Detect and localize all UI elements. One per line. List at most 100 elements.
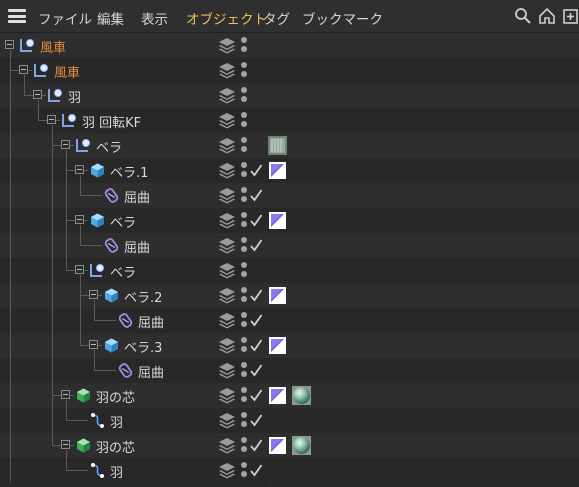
enabled-check-icon[interactable] [249, 462, 263, 478]
material-ball[interactable] [292, 386, 311, 405]
object-name[interactable]: 風車 [54, 62, 80, 81]
collapse-toggle-icon[interactable] [33, 90, 42, 99]
menu-view[interactable]: 表示 [141, 8, 168, 28]
layer-icon[interactable] [218, 362, 236, 379]
menu-edit[interactable]: 編集 [97, 8, 124, 28]
enabled-check-icon[interactable] [249, 412, 263, 428]
menu-object[interactable]: オブジェクト [186, 8, 267, 28]
collapse-toggle-icon[interactable] [61, 440, 70, 449]
home-icon[interactable] [538, 7, 556, 25]
collapse-toggle-icon[interactable] [5, 40, 14, 49]
tree-row[interactable]: 羽の芯 [0, 433, 579, 458]
object-name[interactable]: ベラ [110, 212, 136, 231]
collapse-toggle-icon[interactable] [89, 340, 98, 349]
object-name[interactable]: 羽 回転KF [82, 112, 141, 131]
object-name[interactable]: ベラ.2 [124, 287, 162, 306]
visibility-dots-icon[interactable] [240, 237, 248, 254]
object-name[interactable]: ベラ [96, 137, 122, 156]
layer-icon[interactable] [218, 212, 236, 229]
phong-tag-icon[interactable] [268, 161, 287, 180]
visibility-dots-icon[interactable] [240, 462, 248, 479]
visibility-dots-icon[interactable] [240, 212, 248, 229]
enabled-check-icon[interactable] [249, 312, 263, 328]
tree-row[interactable]: 屈曲 [0, 233, 579, 258]
visibility-dots-icon[interactable] [240, 437, 248, 454]
tree-row[interactable]: 羽の芯 [0, 383, 579, 408]
phong-tag-icon[interactable] [268, 211, 287, 230]
collapse-toggle-icon[interactable] [19, 65, 28, 74]
layer-icon[interactable] [218, 262, 236, 279]
layer-icon[interactable] [218, 437, 236, 454]
layer-icon[interactable] [218, 287, 236, 304]
material-ball[interactable] [292, 436, 311, 455]
object-name[interactable]: 屈曲 [124, 237, 150, 256]
object-name[interactable]: 羽の芯 [96, 437, 135, 456]
visibility-dots-icon[interactable] [240, 387, 248, 404]
tree-row[interactable]: ベラ.3 [0, 333, 579, 358]
menu-tag[interactable]: タグ [263, 8, 290, 28]
object-name[interactable]: 風車 [40, 37, 66, 56]
visibility-dots-icon[interactable] [240, 162, 248, 179]
phong-tag-icon[interactable] [268, 336, 287, 355]
layer-icon[interactable] [218, 387, 236, 404]
layer-icon[interactable] [218, 337, 236, 354]
collapse-toggle-icon[interactable] [47, 115, 56, 124]
visibility-dots-icon[interactable] [240, 412, 248, 429]
collapse-toggle-icon[interactable] [75, 265, 84, 274]
tree-row[interactable]: 屈曲 [0, 308, 579, 333]
layer-icon[interactable] [218, 312, 236, 329]
tree-row[interactable]: 羽 [0, 458, 579, 483]
object-name[interactable]: 羽の芯 [96, 387, 135, 406]
visibility-dots-icon[interactable] [240, 287, 248, 304]
tree-row[interactable]: 屈曲 [0, 358, 579, 383]
layer-icon[interactable] [218, 237, 236, 254]
phong-tag-icon[interactable] [268, 386, 287, 405]
visibility-dots-icon[interactable] [240, 312, 248, 329]
enabled-check-icon[interactable] [249, 337, 263, 353]
menu-bookmark[interactable]: ブックマーク [302, 8, 383, 28]
menu-file[interactable]: ファイル [38, 8, 92, 28]
visibility-dots-icon[interactable] [240, 187, 248, 204]
enabled-check-icon[interactable] [249, 162, 263, 178]
tree-row[interactable]: ベラ [0, 208, 579, 233]
object-name[interactable]: 屈曲 [138, 312, 164, 331]
object-name[interactable]: 屈曲 [124, 187, 150, 206]
collapse-toggle-icon[interactable] [61, 390, 70, 399]
tree-row[interactable]: 羽 [0, 83, 579, 108]
enabled-check-icon[interactable] [249, 387, 263, 403]
layer-icon[interactable] [218, 462, 236, 479]
layer-icon[interactable] [218, 87, 236, 104]
visibility-dots-icon[interactable] [240, 112, 248, 129]
phong-tag-icon[interactable] [268, 286, 287, 305]
tree-row[interactable]: ベラ [0, 133, 579, 158]
tree-row[interactable]: ベラ [0, 258, 579, 283]
object-name[interactable]: ベラ [110, 262, 136, 281]
enabled-check-icon[interactable] [249, 187, 263, 203]
tree-row[interactable]: 羽 回転KF [0, 108, 579, 133]
tree-row[interactable]: 羽 [0, 408, 579, 433]
enabled-check-icon[interactable] [249, 437, 263, 453]
visibility-dots-icon[interactable] [240, 362, 248, 379]
texture-thumbnail[interactable] [268, 136, 287, 155]
visibility-dots-icon[interactable] [240, 137, 248, 154]
enabled-check-icon[interactable] [249, 287, 263, 303]
layer-icon[interactable] [218, 37, 236, 54]
search-icon[interactable] [514, 7, 532, 25]
collapse-toggle-icon[interactable] [61, 140, 70, 149]
enabled-check-icon[interactable] [249, 362, 263, 378]
object-name[interactable]: 羽 [110, 412, 123, 431]
collapse-toggle-icon[interactable] [75, 215, 84, 224]
visibility-dots-icon[interactable] [240, 262, 248, 279]
collapse-toggle-icon[interactable] [89, 290, 98, 299]
tree-row[interactable]: 風車 [0, 58, 579, 83]
tree-row[interactable]: ベラ.1 [0, 158, 579, 183]
layer-icon[interactable] [218, 112, 236, 129]
visibility-dots-icon[interactable] [240, 337, 248, 354]
enabled-check-icon[interactable] [249, 237, 263, 253]
tree-row[interactable]: ベラ.2 [0, 283, 579, 308]
layer-icon[interactable] [218, 187, 236, 204]
layer-icon[interactable] [218, 62, 236, 79]
visibility-dots-icon[interactable] [240, 37, 248, 54]
object-name[interactable]: ベラ.1 [110, 162, 148, 181]
enabled-check-icon[interactable] [249, 212, 263, 228]
